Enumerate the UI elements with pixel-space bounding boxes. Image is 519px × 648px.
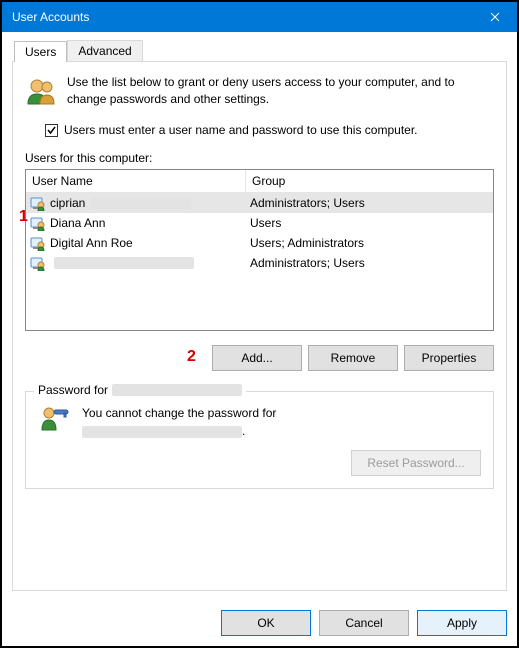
cell-username: Digital Ann Roe (30, 235, 250, 251)
table-row[interactable]: Administrators; Users (26, 253, 493, 273)
users-icon (25, 76, 57, 111)
tab-users[interactable]: Users (14, 41, 67, 62)
key-user-icon (38, 404, 70, 439)
tab-panel-users: Use the list below to grant or deny user… (12, 61, 507, 591)
window-title: User Accounts (12, 10, 89, 24)
table-row[interactable]: ciprianAdministrators; Users (26, 193, 493, 213)
cell-username: Diana Ann (30, 215, 250, 231)
annotation-1: 1 (19, 208, 28, 226)
user-account-icon (30, 255, 46, 271)
user-account-icon (30, 235, 46, 251)
title-bar: User Accounts (2, 2, 517, 32)
dialog-buttons: OK Cancel Apply (221, 610, 507, 636)
user-account-icon (30, 215, 46, 231)
checkmark-icon (46, 125, 57, 136)
table-row[interactable]: Digital Ann RoeUsers; Administrators (26, 233, 493, 253)
properties-button[interactable]: Properties (404, 345, 494, 371)
password-message: You cannot change the password for . (82, 404, 276, 440)
user-action-buttons: 2 Add... Remove Properties (25, 345, 494, 371)
require-credentials-label: Users must enter a user name and passwor… (64, 123, 418, 137)
cell-group: Administrators; Users (250, 256, 489, 270)
cell-group: Administrators; Users (250, 196, 489, 210)
annotation-2: 2 (187, 348, 196, 366)
redacted-text (54, 257, 194, 269)
add-button[interactable]: Add... (212, 345, 302, 371)
cell-username: ciprian (30, 195, 250, 211)
require-credentials-checkbox[interactable] (45, 124, 58, 137)
redacted-username-legend (112, 384, 242, 396)
ok-button[interactable]: OK (221, 610, 311, 636)
close-icon (490, 12, 500, 22)
apply-button[interactable]: Apply (417, 610, 507, 636)
require-credentials-checkbox-row: Users must enter a user name and passwor… (45, 123, 494, 137)
cell-username (30, 255, 250, 271)
client-area: Users Advanced Use the list below to gra… (2, 32, 517, 601)
cell-group: Users (250, 216, 489, 230)
redacted-username-message (82, 426, 242, 438)
reset-password-button: Reset Password... (351, 450, 481, 476)
cancel-button[interactable]: Cancel (319, 610, 409, 636)
user-account-icon (30, 195, 46, 211)
close-button[interactable] (472, 2, 517, 32)
intro-row: Use the list below to grant or deny user… (25, 74, 494, 111)
intro-text: Use the list below to grant or deny user… (67, 74, 494, 108)
redacted-text (91, 197, 191, 209)
cell-group: Users; Administrators (250, 236, 489, 250)
table-row[interactable]: Diana AnnUsers (26, 213, 493, 233)
tab-strip: Users Advanced (12, 40, 507, 61)
password-section-legend: Password for (34, 383, 246, 397)
tab-advanced[interactable]: Advanced (67, 40, 142, 61)
col-header-group[interactable]: Group (246, 170, 493, 192)
remove-button[interactable]: Remove (308, 345, 398, 371)
password-section: Password for You cannot change the passw… (25, 391, 494, 489)
users-list-label: Users for this computer: (25, 151, 494, 165)
col-header-username[interactable]: User Name (26, 170, 246, 192)
users-listview[interactable]: User Name Group ciprianAdministrators; U… (25, 169, 494, 331)
listview-header: User Name Group (26, 170, 493, 193)
